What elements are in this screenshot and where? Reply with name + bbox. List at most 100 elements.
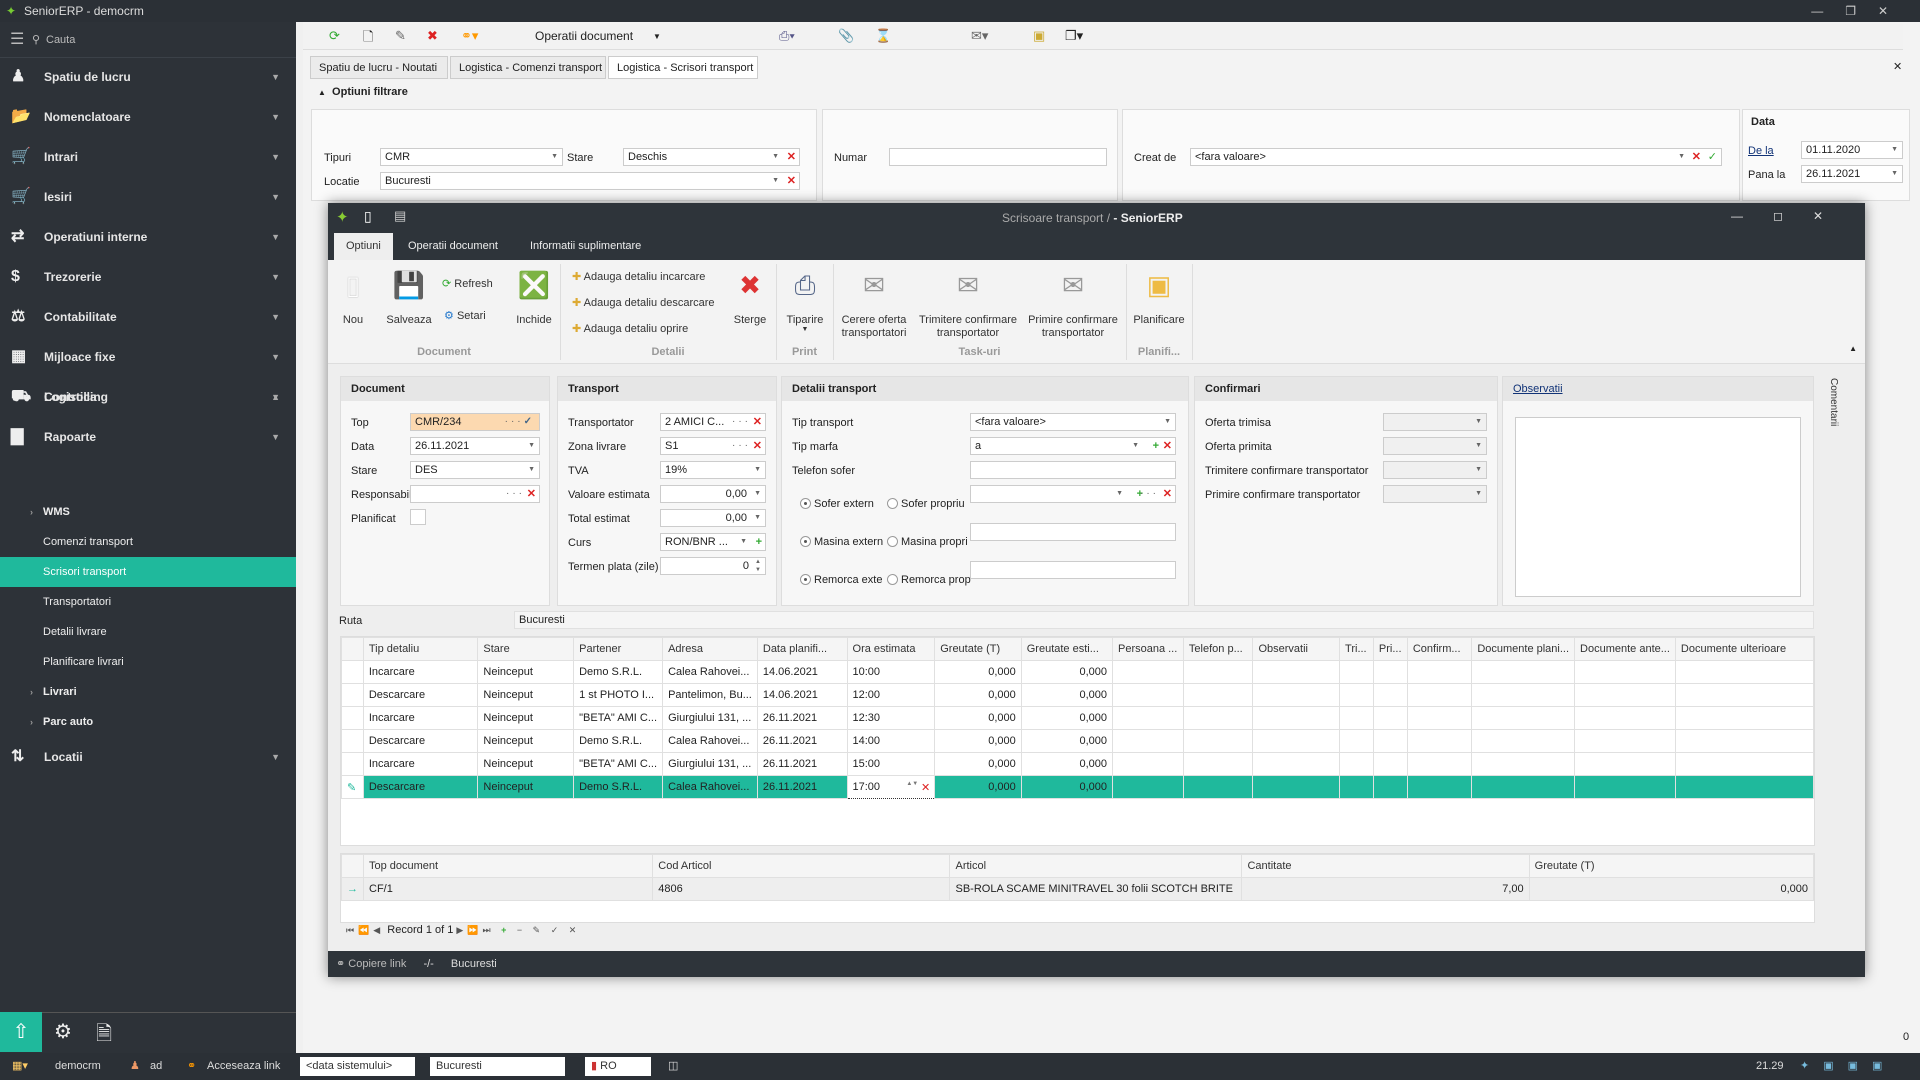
tab-0[interactable]: Spatiu de lucru - Noutati — [310, 56, 448, 79]
table-cell[interactable] — [1674, 660, 1814, 684]
table-cell[interactable] — [1111, 729, 1184, 753]
masina-externa-radio[interactable]: Masina extern — [800, 536, 883, 548]
copy-link-button[interactable]: ⚭ Copiere link — [336, 958, 406, 970]
table-cell[interactable] — [1574, 752, 1676, 776]
tva-field[interactable]: 19% ▼ — [660, 461, 766, 479]
new-icon[interactable]: 🗋 — [363, 28, 373, 50]
oferta-primita-select[interactable]: ▼ — [1383, 437, 1487, 455]
table-cell[interactable]: 14.06.2021 — [756, 683, 848, 707]
table-cell[interactable] — [1471, 706, 1576, 730]
table-cell[interactable] — [1471, 683, 1576, 707]
report-search-icon[interactable]: 🗎 — [96, 1019, 112, 1053]
table-cell[interactable]: Pantelimon, Bu... — [662, 683, 758, 707]
table-row[interactable]: ✎ Descarcare Neinceput Demo S.R.L. Calea Rah… — [341, 775, 1814, 799]
table-cell[interactable] — [1406, 706, 1473, 730]
column-header[interactable]: Confirm... — [1406, 637, 1473, 661]
column-header[interactable]: Greutate (T) — [1528, 854, 1814, 878]
table-cell[interactable]: 0,000 — [1020, 706, 1113, 730]
table-cell[interactable] — [1339, 706, 1374, 730]
refresh-button[interactable]: ⟳ Refresh — [442, 277, 493, 290]
table-cell[interactable] — [1406, 683, 1473, 707]
table-cell[interactable] — [1252, 775, 1341, 799]
table-cell[interactable]: 0,000 — [934, 729, 1022, 753]
oferta-trimisa-select[interactable]: ▼ — [1383, 413, 1487, 431]
stare-field[interactable]: DES ▼ — [410, 461, 540, 479]
sterge-button[interactable]: ✖ Sterge — [730, 268, 770, 326]
salveaza-button[interactable]: 💾 Salveaza — [384, 268, 434, 326]
table-cell[interactable] — [1339, 752, 1374, 776]
user-icon[interactable]: ♟ — [130, 1053, 140, 1080]
mail-icon[interactable]: ✉▾ — [971, 28, 988, 44]
sidebar-item-spatiu-de-lucru[interactable]: ♟ Spatiu de lucru ▼ — [0, 60, 296, 94]
column-header[interactable]: Articol — [949, 854, 1243, 878]
trimitere-confirmare-button[interactable]: ✉ Trimitere confirmare transportator — [918, 268, 1018, 340]
trimitere-select[interactable]: ▼ — [1383, 461, 1487, 479]
table-cell[interactable] — [1111, 752, 1184, 776]
window-controls[interactable]: —◻✕ — [1731, 209, 1853, 223]
sidebar-subitem-transportatori[interactable]: Transportatori — [0, 587, 296, 617]
table-cell[interactable]: 0,000 — [1020, 660, 1113, 684]
comentarii-side-tab[interactable]: Comentarii — [1828, 378, 1839, 426]
table-cell[interactable]: 26.11.2021 — [756, 775, 848, 799]
creat-de-select[interactable]: <fara valoare> ▼ ✕ ✓ — [1190, 148, 1722, 166]
table-cell[interactable]: Neinceput — [477, 752, 575, 776]
nou-button[interactable]: ▯ Nou — [336, 268, 370, 326]
table-cell[interactable] — [1182, 729, 1254, 753]
table-cell[interactable]: SB-ROLA SCAME MINITRAVEL 30 folii SCOTCH… — [949, 877, 1243, 901]
table-row[interactable]: Incarcare Neinceput Demo S.R.L. Calea Rahov… — [341, 660, 1814, 684]
table-cell[interactable] — [1182, 683, 1254, 707]
ribbon-tab-0[interactable]: Optiuni — [334, 233, 393, 260]
table-cell[interactable]: Calea Rahovei... — [662, 660, 758, 684]
table-cell[interactable]: 4806 — [652, 877, 951, 901]
table-cell[interactable]: 0,000 — [1020, 775, 1113, 799]
table-cell[interactable]: Demo S.R.L. — [573, 729, 664, 753]
sidebar-search[interactable]: ☰ ⚲ Cauta — [0, 22, 296, 58]
tip-transport-select[interactable]: <fara valoare> ▼ — [970, 413, 1176, 431]
menu-icon[interactable]: ☰ — [10, 22, 24, 58]
table-cell[interactable] — [1372, 660, 1408, 684]
numar-input[interactable] — [889, 148, 1107, 166]
table-cell[interactable] — [1182, 752, 1254, 776]
masina-proprie-radio[interactable]: Masina propri — [887, 536, 968, 548]
table-cell[interactable] — [1574, 683, 1676, 707]
ribbon-tab-2[interactable]: Informatii suplimentare — [518, 233, 653, 260]
planificare-button[interactable]: ▣ Planificare — [1130, 268, 1188, 326]
primire-confirmare-button[interactable]: ✉ Primire confirmare transportator — [1028, 268, 1118, 340]
new-doc-icon[interactable]: ▯ — [364, 208, 372, 225]
table-cell[interactable] — [1111, 775, 1184, 799]
curs-field[interactable]: RON/BNR ... ▼ + — [660, 533, 766, 551]
de-la-date[interactable]: 01.11.2020 ▼ — [1801, 141, 1903, 159]
table-cell[interactable]: 1 st PHOTO I... — [573, 683, 664, 707]
column-header[interactable]: Tip detaliu — [362, 637, 479, 661]
add-descarcare-button[interactable]: ✚ Adauga detaliu descarcare — [572, 296, 715, 309]
sidebar-item-rapoarte[interactable]: ▇ Rapoarte ▼ — [0, 420, 296, 454]
column-header[interactable]: Telefon p... — [1182, 637, 1254, 661]
table-cell[interactable] — [1339, 729, 1374, 753]
table-cell[interactable]: Incarcare — [362, 706, 479, 730]
table-cell[interactable] — [1674, 752, 1814, 776]
table-cell[interactable] — [1574, 660, 1676, 684]
transportator-field[interactable]: 2 AMICI C... ··· ✕ — [660, 413, 766, 431]
table-cell[interactable]: Neinceput — [477, 683, 575, 707]
table-cell[interactable] — [1339, 683, 1374, 707]
close-tab-icon[interactable]: ✕ — [1893, 60, 1902, 73]
collapse-icon[interactable]: ▲ — [318, 88, 326, 97]
table-cell[interactable] — [1339, 775, 1374, 799]
table-row[interactable]: Incarcare Neinceput "BETA" AMI C... Giurgiu… — [341, 752, 1814, 776]
column-header[interactable]: Top document — [362, 854, 654, 878]
sidebar-subitem-livrari[interactable]: › Livrari — [0, 677, 296, 707]
sofer-select[interactable]: ▼ + ··· ✕ — [970, 485, 1176, 503]
access-link[interactable]: Acceseaza link — [207, 1053, 280, 1080]
table-cell[interactable] — [1111, 660, 1184, 684]
table-cell[interactable]: 0,000 — [934, 752, 1022, 776]
table-cell[interactable]: 14.06.2021 — [756, 660, 848, 684]
table-cell[interactable]: 12:30 — [846, 706, 936, 730]
column-header[interactable]: Documente ulterioare — [1674, 637, 1814, 661]
add-incarcare-button[interactable]: ✚ Adauga detaliu incarcare — [572, 270, 705, 283]
column-header[interactable]: Cod Articol — [652, 854, 951, 878]
table-cell[interactable] — [1406, 660, 1473, 684]
table-cell[interactable] — [1372, 729, 1408, 753]
pana-la-date[interactable]: 26.11.2021 ▼ — [1801, 165, 1903, 183]
primire-select[interactable]: ▼ — [1383, 485, 1487, 503]
save-icon[interactable]: ▤ — [394, 208, 406, 224]
